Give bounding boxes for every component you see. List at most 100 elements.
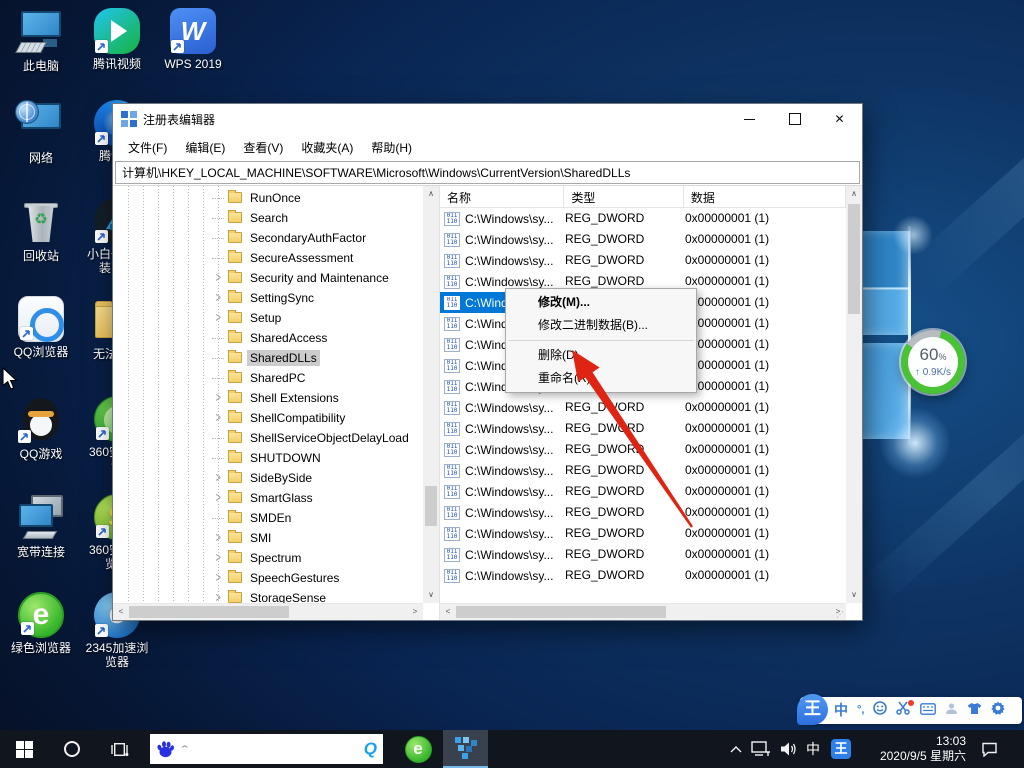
close-button[interactable] xyxy=(817,104,862,134)
expand-chevron-icon[interactable] xyxy=(212,552,224,564)
value-row[interactable]: 011 110C:\Windows\sy...REG_DWORD0x000000… xyxy=(440,418,846,439)
desktop-icon-network[interactable]: 网络 xyxy=(8,100,74,165)
scroll-right-arrow[interactable]: > xyxy=(407,604,423,620)
tree-item-shell-extensions[interactable]: Shell Extensions xyxy=(113,388,423,408)
action-center-button[interactable] xyxy=(972,730,1006,768)
taskbar-green-browser[interactable]: e xyxy=(396,730,440,768)
expand-chevron-icon[interactable] xyxy=(212,472,224,484)
value-row[interactable]: 011 110C:\Windows\sy...REG_DWORD0x000000… xyxy=(440,544,846,565)
menu-item-1[interactable]: 编辑(E) xyxy=(176,135,234,160)
account-icon[interactable] xyxy=(945,697,958,724)
scroll-down-arrow[interactable]: ∨ xyxy=(423,587,439,603)
emoji-icon[interactable] xyxy=(873,697,887,724)
expand-chevron-icon[interactable] xyxy=(212,492,224,504)
taskbar-regedit-active[interactable] xyxy=(443,730,488,768)
taskbar-search-box[interactable]: ⌃ Q xyxy=(150,734,383,764)
expand-chevron-icon[interactable] xyxy=(212,532,224,544)
tree-item-smartglass[interactable]: SmartGlass xyxy=(113,488,423,508)
column-header-0[interactable]: 名称 xyxy=(440,186,564,207)
context-menu-item-0[interactable]: 修改(M)... xyxy=(506,291,696,314)
maximize-button[interactable] xyxy=(772,104,817,134)
column-header-1[interactable]: 类型 xyxy=(564,186,683,207)
resize-grip[interactable]: ⋰ xyxy=(836,610,844,619)
minimize-button[interactable] xyxy=(727,104,772,134)
menu-item-3[interactable]: 收藏夹(A) xyxy=(292,135,362,160)
sogou-logo-icon[interactable]: 王 xyxy=(797,694,828,725)
desktop-icon-recycle-bin[interactable]: ♻回收站 xyxy=(8,198,74,263)
expand-chevron-icon[interactable] xyxy=(212,572,224,584)
value-row[interactable]: 011 110C:\Windows\sy...REG_DWORD0x000000… xyxy=(440,481,846,502)
tree-item-secondaryauthfactor[interactable]: SecondaryAuthFactor xyxy=(113,228,423,248)
values-horizontal-scrollbar[interactable]: < > ⋰ xyxy=(440,603,846,620)
ime-mode-tray[interactable]: 中 xyxy=(802,730,824,768)
tree-item-shellcompatibility[interactable]: ShellCompatibility xyxy=(113,408,423,428)
value-row[interactable]: 011 110C:\Windows\sy...REG_DWORD0x000000… xyxy=(440,229,846,250)
expand-chevron-icon[interactable] xyxy=(212,392,224,404)
scroll-thumb[interactable] xyxy=(425,486,437,526)
menu-item-0[interactable]: 文件(F) xyxy=(119,135,176,160)
tree-item-settingsync[interactable]: SettingSync xyxy=(113,288,423,308)
value-row[interactable]: 011 110C:\Windows\sy...REG_DWORD0x000000… xyxy=(440,397,846,418)
value-row[interactable]: 011 110C:\Windows\sy...REG_DWORD0x000000… xyxy=(440,565,846,586)
expand-chevron-icon[interactable] xyxy=(212,292,224,304)
desktop-icon-qq-browser[interactable]: QQ浏览器 xyxy=(8,296,74,359)
desktop-icon-wps-2019[interactable]: WWPS 2019 xyxy=(160,8,226,71)
screenshot-scissors-icon[interactable] xyxy=(896,697,911,724)
tree-item-sharedaccess[interactable]: SharedAccess xyxy=(113,328,423,348)
tree-item-search[interactable]: Search xyxy=(113,208,423,228)
chevron-up-icon[interactable]: ⌃ xyxy=(179,744,191,755)
ime-mode-chinese[interactable]: 中 xyxy=(834,697,848,724)
menu-item-2[interactable]: 查看(V) xyxy=(234,135,292,160)
keyboard-icon[interactable] xyxy=(920,697,936,724)
context-menu-item-4[interactable]: 重命名(R) xyxy=(506,367,696,390)
tree-vertical-scrollbar[interactable]: ∧ ∨ xyxy=(423,186,439,603)
value-row[interactable]: 011 110C:\Windows\sy...REG_DWORD0x000000… xyxy=(440,439,846,460)
scroll-up-arrow[interactable]: ∧ xyxy=(846,186,862,202)
value-row[interactable]: 011 110C:\Windows\sy...REG_DWORD0x000000… xyxy=(440,250,846,271)
context-menu-item-3[interactable]: 删除(D) xyxy=(506,344,696,367)
scroll-up-arrow[interactable]: ∧ xyxy=(423,186,439,202)
skin-shirt-icon[interactable] xyxy=(967,697,982,724)
scroll-down-arrow[interactable]: ∨ xyxy=(846,587,862,603)
expand-chevron-icon[interactable] xyxy=(212,312,224,324)
desktop-icon-tencent-video[interactable]: 腾讯视频 xyxy=(84,8,150,71)
settings-gear-icon[interactable] xyxy=(991,697,1005,724)
task-view-button[interactable] xyxy=(98,730,140,768)
tree-item-smden[interactable]: SMDEn xyxy=(113,508,423,528)
expand-chevron-icon[interactable] xyxy=(212,592,224,603)
tree-item-spectrum[interactable]: Spectrum xyxy=(113,548,423,568)
value-row[interactable]: 011 110C:\Windows\sy...REG_DWORD0x000000… xyxy=(440,460,846,481)
value-row[interactable]: 011 110C:\Windows\sy...REG_DWORD0x000000… xyxy=(440,502,846,523)
value-row[interactable]: 011 110C:\Windows\sy...REG_DWORD0x000000… xyxy=(440,523,846,544)
desktop-icon-green-browser[interactable]: e绿色浏览器 xyxy=(8,592,74,655)
context-menu-item-1[interactable]: 修改二进制数据(B)... xyxy=(506,314,696,337)
desktop-icon-this-pc[interactable]: 此电脑 xyxy=(8,8,74,73)
window-titlebar[interactable]: 注册表编辑器 xyxy=(113,104,862,134)
tree-item-storagesense[interactable]: StorageSense xyxy=(113,588,423,603)
scroll-thumb[interactable] xyxy=(848,204,860,314)
punctuation-icon[interactable]: °, xyxy=(857,697,864,724)
tree-item-sharedpc[interactable]: SharedPC xyxy=(113,368,423,388)
tree-item-setup[interactable]: Setup xyxy=(113,308,423,328)
desktop-icon-qq-game[interactable]: QQ游戏 xyxy=(8,396,74,461)
clock-tray[interactable]: 13:03 2020/9/5 星期六 xyxy=(852,730,970,768)
expand-chevron-icon[interactable] xyxy=(212,412,224,424)
column-header-2[interactable]: 数据 xyxy=(684,186,846,207)
scroll-thumb[interactable] xyxy=(456,606,666,618)
network-tray-icon[interactable] xyxy=(748,730,774,768)
cortana-button[interactable] xyxy=(52,730,92,768)
sogou-tray-icon[interactable]: 王 xyxy=(828,730,854,768)
tree-item-shareddlls[interactable]: SharedDLLs xyxy=(113,348,423,368)
menu-item-4[interactable]: 帮助(H) xyxy=(362,135,421,160)
scroll-left-arrow[interactable]: < xyxy=(440,604,456,620)
tree-item-smi[interactable]: SMI xyxy=(113,528,423,548)
volume-tray-icon[interactable] xyxy=(776,730,802,768)
value-row[interactable]: 011 110C:\Windows\sy...REG_DWORD0x000000… xyxy=(440,208,846,229)
tree-item-shellserviceobjectdelayload[interactable]: ShellServiceObjectDelayLoad xyxy=(113,428,423,448)
tree-item-sidebyside[interactable]: SideBySide xyxy=(113,468,423,488)
tree-item-security-and-maintenance[interactable]: Security and Maintenance xyxy=(113,268,423,288)
tree-item-speechgestures[interactable]: SpeechGestures xyxy=(113,568,423,588)
tree-horizontal-scrollbar[interactable]: < > xyxy=(113,603,423,620)
tray-show-hidden-icons[interactable] xyxy=(726,730,746,768)
scroll-thumb[interactable] xyxy=(129,606,289,618)
